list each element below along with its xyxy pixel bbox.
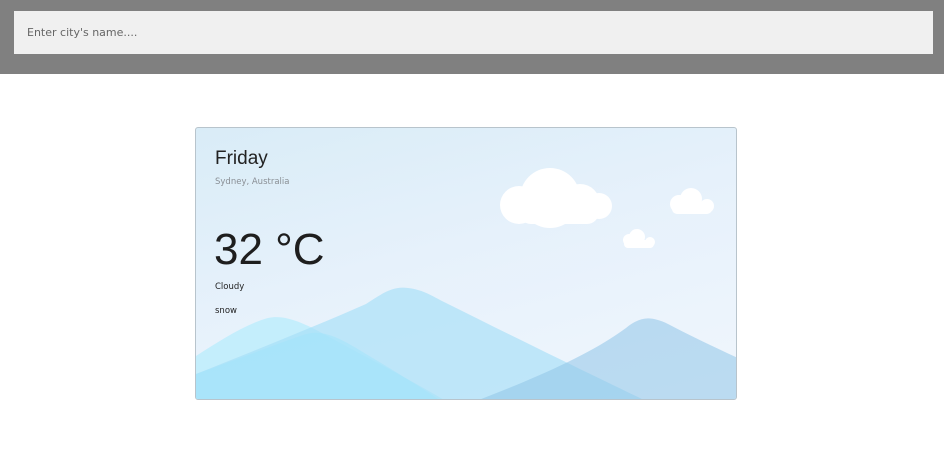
search-bar [0,0,944,74]
weather-day: Friday [215,148,268,169]
weather-temperature: 32 °C [214,225,325,274]
cloud-icon [670,188,714,214]
cloud-icon [500,168,612,228]
cloud-icon [623,229,655,248]
weather-location: Sydney, Australia [215,177,290,187]
weather-card: Friday Sydney, Australia 32 °C Cloudy sn… [195,127,737,400]
weather-description: snow [215,306,237,316]
weather-condition: Cloudy [215,282,245,292]
city-search-input[interactable] [14,11,933,54]
